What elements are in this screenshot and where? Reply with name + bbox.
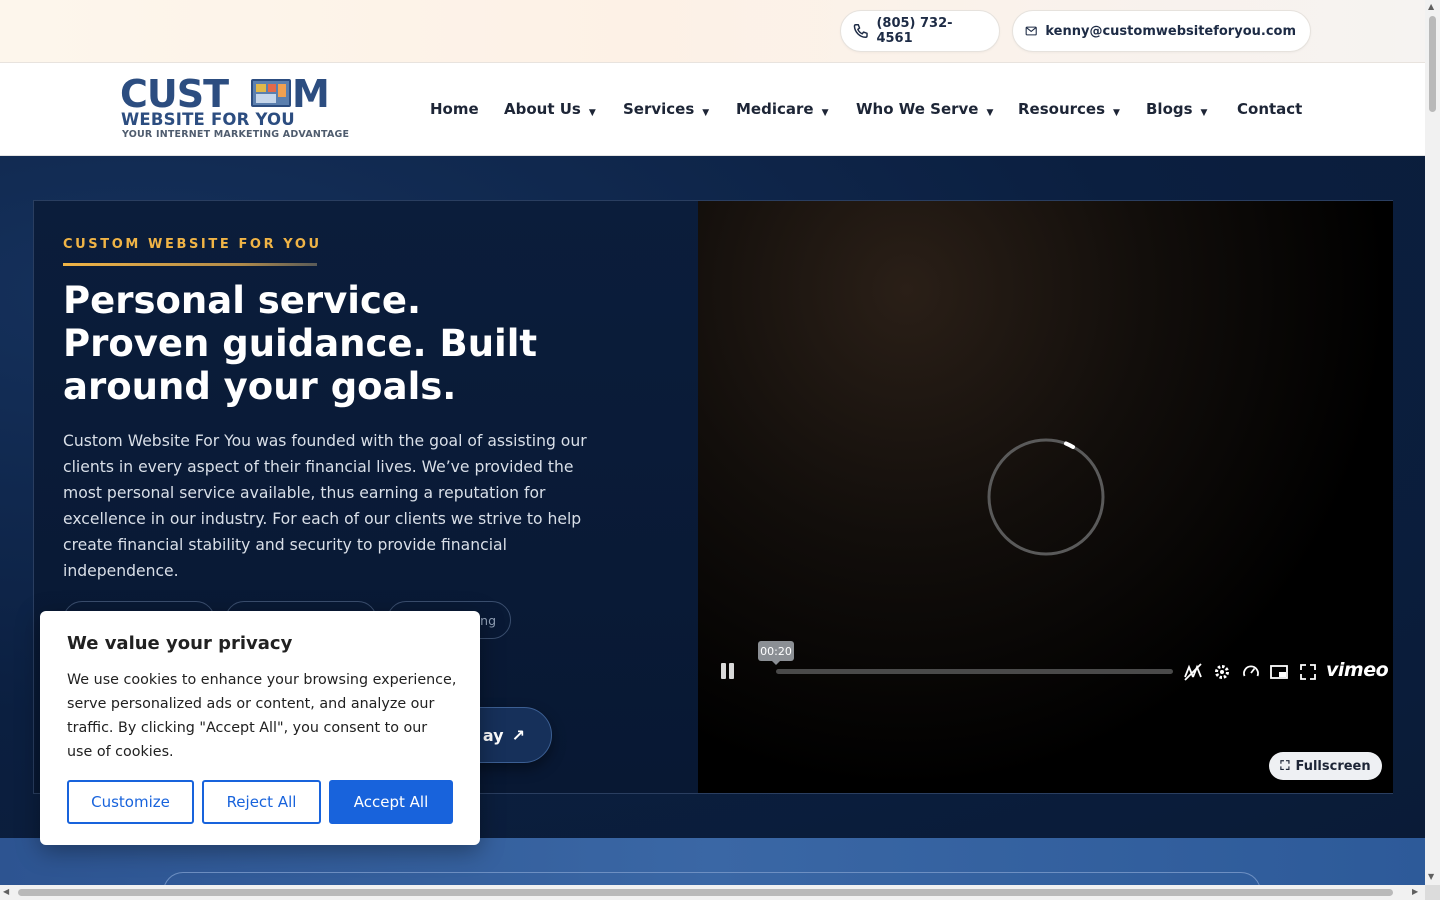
scrollbar-corner (1425, 885, 1440, 900)
email-link[interactable]: kenny@customwebsiteforyou.com (1012, 10, 1311, 52)
nav-label: Contact (1237, 100, 1303, 118)
nav-label: Home (430, 100, 479, 118)
vertical-scrollbar[interactable]: ▲ ▼ (1425, 0, 1440, 885)
nav-label: Resources (1018, 100, 1106, 118)
video-player[interactable]: 00:20 vimeo ⛶ Fullscreen (698, 201, 1393, 793)
accept-all-button[interactable]: Accept All (329, 780, 453, 824)
vertical-scroll-thumb[interactable] (1429, 16, 1436, 112)
kicker-underline (63, 263, 317, 266)
chevron-down-icon: ▼ (821, 108, 829, 118)
chevron-down-icon: ▼ (1113, 108, 1120, 118)
logo-text-m: M (292, 72, 330, 116)
scroll-left-arrow-icon[interactable]: ◀ (3, 887, 9, 896)
nav-label: Medicare (736, 100, 814, 118)
chevron-down-icon: ▼ (986, 108, 994, 118)
logo-text-website: WEBSITE FOR YOU (121, 110, 295, 129)
site-header: CUST M WEBSITE FOR YOU YOUR INTERNET MAR… (0, 63, 1425, 156)
nav-label: Services (623, 100, 695, 118)
hero-kicker: CUSTOM WEBSITE FOR YOU (63, 237, 322, 252)
fullscreen-icon: ⛶ (1280, 758, 1290, 774)
headline-line: around your goals. (63, 365, 457, 408)
headline-line: Proven guidance. Built (63, 322, 538, 365)
scroll-right-arrow-icon[interactable]: ▶ (1412, 887, 1418, 896)
captions-off-icon[interactable] (1182, 661, 1204, 683)
vimeo-logo[interactable]: vimeo (1326, 659, 1389, 681)
time-tooltip: 00:20 (758, 641, 794, 665)
customize-button[interactable]: Customize (67, 780, 194, 824)
phone-icon (853, 23, 868, 39)
cookie-title: We value your privacy (67, 633, 293, 654)
logo-tagline: YOUR INTERNET MARKETING ADVANTAGE (122, 129, 350, 140)
nav-label: Who We Serve (856, 100, 979, 118)
top-contact-bar: (805) 732-4561 kenny@customwebsiteforyou… (0, 0, 1425, 63)
cookie-consent-dialog: We value your privacy We use cookies to … (40, 611, 480, 845)
scroll-down-arrow-icon[interactable]: ▼ (1428, 872, 1434, 881)
hero-paragraph: Custom Website For You was founded with … (63, 432, 587, 580)
chevron-down-icon: ▼ (702, 108, 710, 118)
nav-services[interactable]: Services ▼ (623, 100, 709, 118)
speed-gauge-icon[interactable] (1240, 661, 1262, 683)
arrow-up-right-icon: ↗ (511, 725, 525, 745)
settings-gear-icon[interactable] (1211, 661, 1233, 683)
pause-icon[interactable] (720, 663, 736, 681)
chevron-down-icon: ▼ (1200, 108, 1208, 118)
nav-contact[interactable]: Contact (1237, 100, 1302, 118)
headline-line: Personal service. (63, 279, 422, 322)
cta-label: ay (482, 725, 504, 745)
nav-resources[interactable]: Resources ▼ (1018, 100, 1120, 118)
mail-icon (1025, 26, 1037, 36)
cookie-body: We use cookies to enhance your browsing … (67, 672, 457, 760)
email-address: kenny@customwebsiteforyou.com (1045, 23, 1296, 39)
hero-headline: Personal service. Proven guidance. Built… (63, 279, 623, 408)
reject-all-button[interactable]: Reject All (202, 780, 321, 824)
site-logo[interactable]: CUST M WEBSITE FOR YOU YOUR INTERNET MAR… (120, 72, 349, 143)
video-progress-bar[interactable] (776, 669, 1173, 674)
horizontal-scroll-thumb[interactable] (18, 889, 1393, 896)
monitor-icon (251, 79, 291, 107)
picture-in-picture-icon[interactable] (1268, 661, 1290, 683)
scroll-up-arrow-icon[interactable]: ▲ (1428, 2, 1434, 11)
nav-home[interactable]: Home (430, 100, 479, 118)
nav-blogs[interactable]: Blogs ▼ (1146, 100, 1207, 118)
nav-who-we-serve[interactable]: Who We Serve ▼ (856, 100, 993, 118)
phone-number: (805) 732-4561 (876, 16, 953, 46)
phone-link[interactable]: (805) 732-4561 (840, 10, 1000, 52)
fullscreen-button[interactable]: ⛶ Fullscreen (1269, 752, 1382, 780)
horizontal-scrollbar[interactable]: ◀ ▶ (0, 885, 1425, 900)
chevron-down-icon: ▼ (588, 108, 596, 118)
nav-medicare[interactable]: Medicare ▼ (736, 100, 829, 118)
fullscreen-label: Fullscreen (1295, 758, 1371, 774)
nav-label: About Us (504, 100, 581, 118)
loading-spinner-icon (987, 438, 1105, 556)
nav-label: Blogs (1146, 100, 1193, 118)
expand-icon[interactable] (1297, 661, 1319, 683)
logo-text-custom: CUST (120, 72, 229, 116)
nav-about-us[interactable]: About Us ▼ (504, 100, 596, 118)
